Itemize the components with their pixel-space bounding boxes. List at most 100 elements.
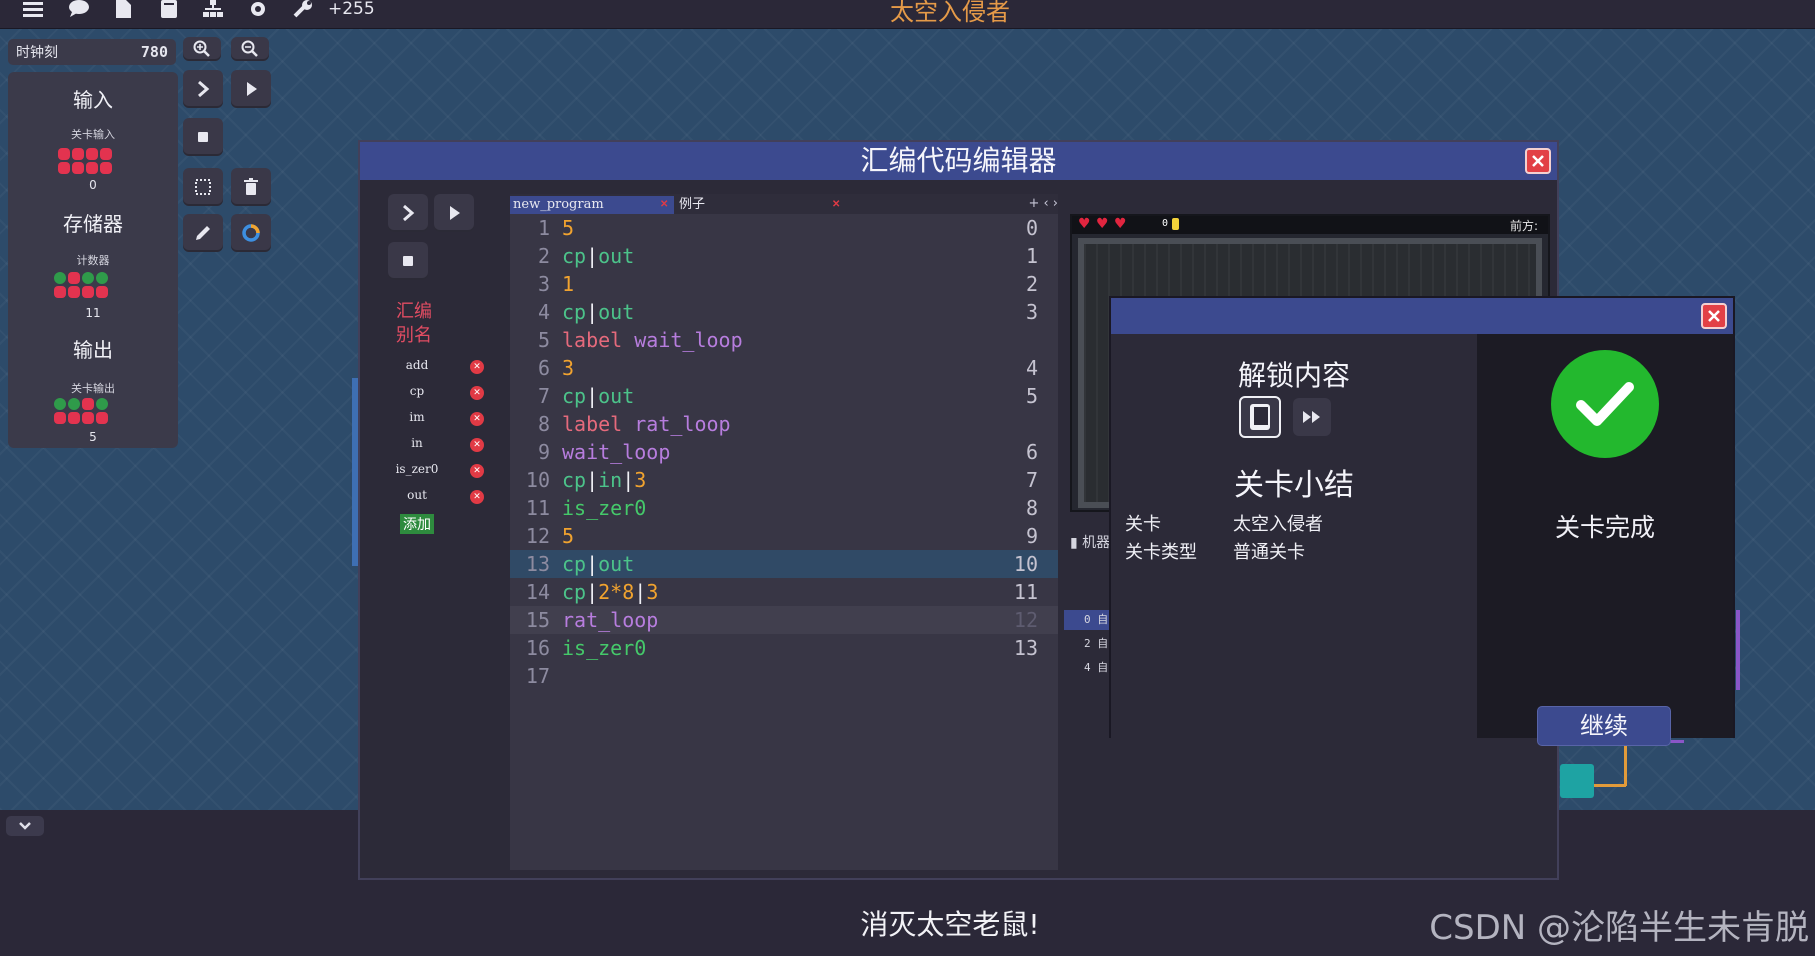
- alias-item[interactable]: in ✕: [384, 436, 484, 456]
- editor-play-button[interactable]: [434, 194, 474, 232]
- code-line-current[interactable]: 13 cp|out 10: [510, 550, 1058, 578]
- code-text: 3: [562, 354, 574, 382]
- line-address: 13: [1013, 636, 1038, 660]
- collapse-button[interactable]: [6, 816, 44, 836]
- editor-close-button[interactable]: [1525, 148, 1551, 174]
- color-button[interactable]: [231, 214, 271, 252]
- token: |: [634, 580, 647, 604]
- code-line[interactable]: 2 cp|out 1: [510, 242, 1058, 270]
- notebook-icon[interactable]: [156, 0, 182, 18]
- code-line[interactable]: 11 is_zer0 8: [510, 494, 1058, 522]
- code-line[interactable]: 8 label rat_loop: [510, 410, 1058, 438]
- storage-bits: [54, 272, 108, 298]
- token: in: [598, 468, 623, 492]
- code-text: 5: [562, 214, 574, 242]
- code-line[interactable]: 6 3 4: [510, 354, 1058, 382]
- gear-icon[interactable]: [245, 0, 271, 18]
- alias-item[interactable]: add ✕: [384, 358, 484, 378]
- code-line[interactable]: 12 5 9: [510, 522, 1058, 550]
- tab-new-program[interactable]: new_program ✕: [510, 196, 674, 214]
- alias-item[interactable]: is_zer0 ✕: [384, 462, 484, 482]
- code-line[interactable]: 5 label wait_loop: [510, 326, 1058, 354]
- stop-icon: [403, 256, 413, 266]
- code-line[interactable]: 7 cp|out 5: [510, 382, 1058, 410]
- line-number: 8: [537, 412, 550, 436]
- line-number: 7: [537, 384, 550, 408]
- zoom-in-button[interactable]: [183, 37, 221, 61]
- coin-icon: [1172, 218, 1179, 230]
- token: rat_loop: [634, 412, 731, 436]
- delete-alias-icon[interactable]: ✕: [470, 438, 484, 452]
- circuit-component[interactable]: [1560, 764, 1594, 798]
- memory-row: 2 自: [1064, 634, 1112, 654]
- alias-item[interactable]: out ✕: [384, 488, 484, 508]
- continue-button[interactable]: 继续: [1537, 706, 1671, 746]
- memory-row: 0 自: [1064, 610, 1112, 630]
- add-alias-button[interactable]: 添加: [400, 514, 434, 534]
- code-line[interactable]: 3 1 2: [510, 270, 1058, 298]
- bit-cell: [68, 286, 80, 298]
- bit-cell: [96, 286, 108, 298]
- code-line[interactable]: 1 5 0: [510, 214, 1058, 242]
- play-button[interactable]: [231, 70, 271, 108]
- circuit-wire: [1624, 742, 1627, 786]
- bit-cell: [86, 148, 98, 160]
- unlocked-item[interactable]: [1293, 398, 1331, 436]
- zoom-out-button[interactable]: [231, 37, 269, 61]
- code-line[interactable]: 9 wait_loop 6: [510, 438, 1058, 466]
- stop-button[interactable]: [183, 118, 223, 156]
- code-editor[interactable]: new_program ✕ 例子 ✕ + ‹ › 1 5 0 2 cp|out …: [510, 194, 1058, 870]
- level-type-value: 普通关卡: [1233, 542, 1305, 563]
- delete-alias-icon[interactable]: ✕: [470, 386, 484, 400]
- token: |: [586, 580, 599, 604]
- editor-title: 汇编代码编辑器: [360, 142, 1557, 180]
- editor-stop-button[interactable]: [388, 242, 428, 280]
- code-line-hover[interactable]: 15 rat_loop 12: [510, 606, 1058, 634]
- line-address: 5: [1025, 384, 1038, 408]
- hierarchy-icon[interactable]: [200, 0, 226, 18]
- wrench-icon[interactable]: [290, 0, 316, 18]
- unlocked-item[interactable]: [1239, 396, 1281, 438]
- tab-close-icon[interactable]: ✕: [660, 200, 670, 210]
- delete-alias-icon[interactable]: ✕: [470, 464, 484, 478]
- storage-title: 存储器: [63, 212, 123, 236]
- delete-alias-icon[interactable]: ✕: [470, 490, 484, 504]
- bit-cell: [82, 412, 94, 424]
- code-text: is_zer0: [562, 634, 646, 662]
- code-line[interactable]: 10 cp|in|3 7: [510, 466, 1058, 494]
- preview-status-bar: ♥ ♥ ♥ 0 前方:: [1072, 216, 1548, 234]
- alias-item[interactable]: cp ✕: [384, 384, 484, 404]
- code-line[interactable]: 16 is_zer0 13: [510, 634, 1058, 662]
- level-complete-dialog: 解锁内容 关卡小结 关卡 太空入侵者 关卡类型 普通关卡 关卡完成 继续: [1109, 296, 1735, 746]
- machine-label-text: 机器: [1082, 535, 1111, 551]
- delete-alias-icon[interactable]: ✕: [470, 412, 484, 426]
- editor-step-button[interactable]: [388, 194, 428, 232]
- token: |: [586, 468, 599, 492]
- menu-icon[interactable]: [20, 0, 46, 18]
- heart-icon: ♥: [1096, 216, 1109, 232]
- dialog-close-button[interactable]: [1701, 303, 1727, 329]
- code-line[interactable]: 17: [510, 662, 1058, 690]
- select-button[interactable]: [183, 168, 223, 206]
- delete-button[interactable]: [231, 168, 271, 206]
- chat-icon[interactable]: [66, 0, 92, 18]
- tab-example[interactable]: 例子 ✕: [676, 196, 846, 214]
- alias-item[interactable]: im ✕: [384, 410, 484, 430]
- code-line[interactable]: 14 cp|2*8|3 11: [510, 578, 1058, 606]
- bit-cell: [86, 162, 98, 174]
- line-address: 4: [1025, 356, 1038, 380]
- bit-cell: [96, 398, 108, 410]
- dialog-header: [1111, 298, 1733, 334]
- step-button[interactable]: [183, 70, 223, 108]
- delete-alias-icon[interactable]: ✕: [470, 360, 484, 374]
- dialog-right-pane: 关卡完成 继续: [1477, 334, 1733, 746]
- tab-controls[interactable]: + ‹ ›: [1028, 196, 1058, 211]
- level-type-key: 关卡类型: [1125, 542, 1197, 563]
- file-icon[interactable]: [110, 0, 136, 18]
- tab-close-icon[interactable]: ✕: [832, 200, 842, 210]
- code-line[interactable]: 4 cp|out 3: [510, 298, 1058, 326]
- pencil-icon: [196, 226, 210, 240]
- token: out: [598, 552, 635, 576]
- pencil-button[interactable]: [183, 214, 223, 252]
- bit-cell: [100, 162, 112, 174]
